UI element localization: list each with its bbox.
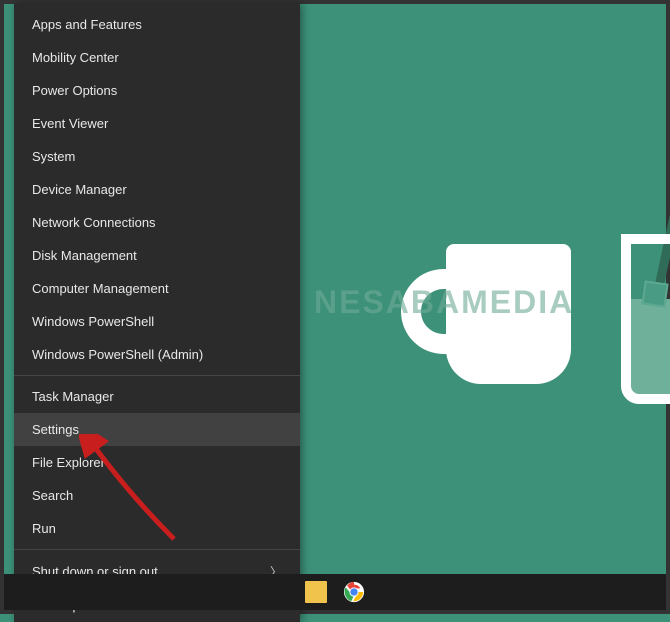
menu-item-computer-management[interactable]: Computer Management [14,272,300,305]
menu-item-run[interactable]: Run [14,512,300,545]
menu-item-network-connections[interactable]: Network Connections [14,206,300,239]
menu-item-label: Run [32,521,56,536]
menu-item-label: Settings [32,422,79,437]
menu-item-device-manager[interactable]: Device Manager [14,173,300,206]
menu-item-task-manager[interactable]: Task Manager [14,380,300,413]
glass-illustration [621,204,670,404]
menu-item-label: Network Connections [32,215,156,230]
menu-item-label: Windows PowerShell (Admin) [32,347,203,362]
menu-item-file-explorer[interactable]: File Explorer [14,446,300,479]
chrome-taskbar-icon[interactable] [342,580,366,604]
mug-illustration [391,244,571,384]
taskbar [4,574,666,610]
menu-item-power-options[interactable]: Power Options [14,74,300,107]
menu-item-label: Mobility Center [32,50,119,65]
menu-item-label: File Explorer [32,455,105,470]
menu-separator [14,549,300,550]
menu-item-settings[interactable]: Settings [14,413,300,446]
menu-item-label: Computer Management [32,281,169,296]
menu-item-label: System [32,149,75,164]
menu-item-label: Power Options [32,83,117,98]
menu-item-search[interactable]: Search [14,479,300,512]
menu-item-powershell-admin[interactable]: Windows PowerShell (Admin) [14,338,300,371]
menu-item-powershell[interactable]: Windows PowerShell [14,305,300,338]
menu-item-label: Device Manager [32,182,127,197]
menu-item-label: Disk Management [32,248,137,263]
menu-item-label: Search [32,488,73,503]
winx-context-menu: Apps and Features Mobility Center Power … [14,4,300,622]
menu-item-label: Windows PowerShell [32,314,154,329]
file-explorer-taskbar-icon[interactable] [304,580,328,604]
menu-item-event-viewer[interactable]: Event Viewer [14,107,300,140]
menu-item-label: Apps and Features [32,17,142,32]
menu-item-label: Task Manager [32,389,114,404]
menu-item-mobility-center[interactable]: Mobility Center [14,41,300,74]
menu-item-system[interactable]: System [14,140,300,173]
menu-item-label: Event Viewer [32,116,108,131]
menu-separator [14,375,300,376]
menu-item-disk-management[interactable]: Disk Management [14,239,300,272]
menu-item-apps-features[interactable]: Apps and Features [14,8,300,41]
